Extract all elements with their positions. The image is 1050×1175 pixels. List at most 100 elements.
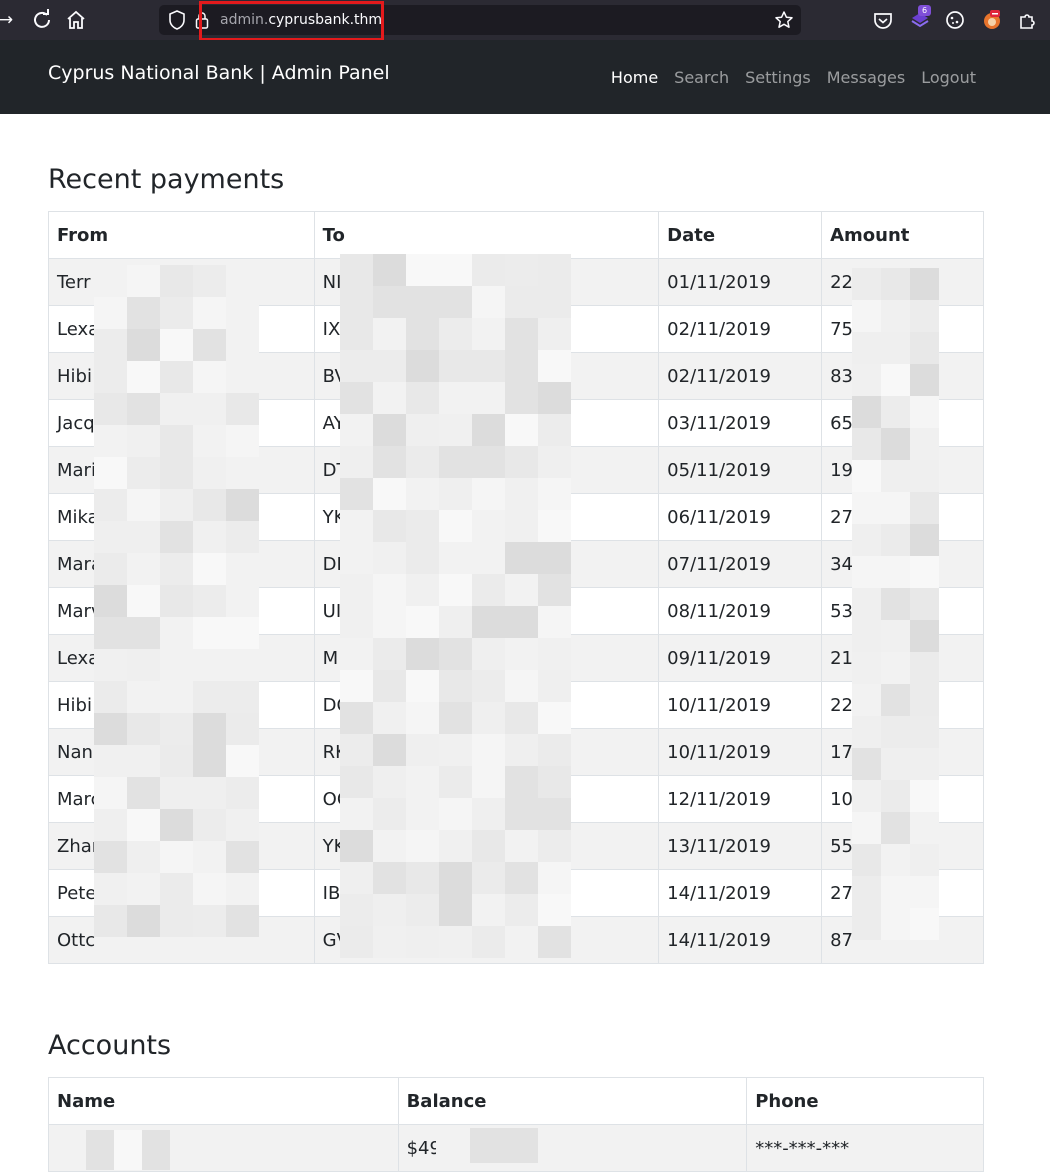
- cell-to: YK: [313, 822, 660, 870]
- cell-date: 03/11/2019: [658, 399, 823, 447]
- cell-date: 07/11/2019: [658, 540, 823, 588]
- cell-from: Hibi: [48, 352, 315, 400]
- column-header-date: Date: [658, 211, 823, 259]
- cell-date: 09/11/2019: [658, 634, 823, 682]
- cell-amount: 87: [821, 916, 984, 964]
- cell-from: Mara: [48, 540, 315, 588]
- cell-from: Lexa: [48, 634, 315, 682]
- cell-date: 02/11/2019: [658, 305, 823, 353]
- cell-amount: 21: [821, 634, 984, 682]
- table-row: Lexa M 09/11/2019 21: [48, 634, 984, 682]
- nav-logout[interactable]: Logout: [905, 68, 976, 87]
- navbar-brand[interactable]: Cyprus National Bank | Admin Panel: [48, 62, 390, 84]
- table-row: Hibi DC 10/11/2019 22: [48, 681, 984, 729]
- cell-amount: 53: [821, 587, 984, 635]
- cell-phone: ***-***-***: [746, 1124, 984, 1172]
- star-icon[interactable]: [774, 10, 794, 30]
- payments-table: From To Date Amount Terr NI 01/11/2019 22 Le…: [48, 211, 984, 964]
- table-row: Zhar YK 13/11/2019 55: [48, 822, 984, 870]
- column-header-amount: Amount: [821, 211, 984, 259]
- nav-home[interactable]: Home: [595, 68, 658, 87]
- table-row: Terr NI 01/11/2019 22: [48, 258, 984, 306]
- cell-to: IX: [313, 305, 660, 353]
- column-header-from: From: [48, 211, 315, 259]
- table-row: Mari DT 05/11/2019 19: [48, 446, 984, 494]
- cell-to: BV: [313, 352, 660, 400]
- browser-toolbar: → admin.cyprusbank.thm 6: [0, 0, 1050, 41]
- cell-to: IB: [313, 869, 660, 917]
- reload-icon[interactable]: [30, 8, 54, 32]
- cell-from: Mari: [48, 446, 315, 494]
- accounts-table-body: $49 ***-***-***: [48, 1124, 984, 1172]
- table-row: Marc OC 12/11/2019 10: [48, 775, 984, 823]
- table-row: Mara DI 07/11/2019 34: [48, 540, 984, 588]
- url-highlight-box: [199, 1, 384, 41]
- cell-from: Marc: [48, 775, 315, 823]
- cell-to: M: [313, 634, 660, 682]
- cell-amount: 55: [821, 822, 984, 870]
- table-row: Marv UI 08/11/2019 53: [48, 587, 984, 635]
- cell-date: 10/11/2019: [658, 728, 823, 776]
- cell-to: AY: [313, 399, 660, 447]
- admin-navbar: Cyprus National Bank | Admin Panel Home …: [0, 40, 1050, 114]
- cell-to: DI: [313, 540, 660, 588]
- payments-table-body: Terr NI 01/11/2019 22 Lexa IX 02/11/2019 75 Hibi…: [48, 258, 984, 964]
- accounts-title: Accounts: [48, 1030, 172, 1061]
- column-header-balance: Balance: [397, 1077, 748, 1125]
- cell-to: DC: [313, 681, 660, 729]
- cell-amount: 22: [821, 681, 984, 729]
- cookie-icon[interactable]: [944, 9, 966, 31]
- cell-date: 14/11/2019: [658, 916, 823, 964]
- cell-to: GV: [313, 916, 660, 964]
- cell-to: OC: [313, 775, 660, 823]
- cell-amount: 27: [821, 869, 984, 917]
- table-header-row: From To Date Amount: [48, 211, 984, 259]
- cell-date: 06/11/2019: [658, 493, 823, 541]
- nav-settings[interactable]: Settings: [729, 68, 811, 87]
- cell-date: 12/11/2019: [658, 775, 823, 823]
- cell-from: Terr: [48, 258, 315, 306]
- cell-to: YK: [313, 493, 660, 541]
- extension-badge: 6: [918, 5, 931, 16]
- puzzle-icon[interactable]: [1016, 9, 1038, 31]
- table-row: Jacq AY 03/11/2019 65: [48, 399, 984, 447]
- nav-messages[interactable]: Messages: [811, 68, 905, 87]
- cell-to: NI: [313, 258, 660, 306]
- cell-to: DT: [313, 446, 660, 494]
- cell-date: 02/11/2019: [658, 352, 823, 400]
- column-header-name: Name: [48, 1077, 399, 1125]
- cell-amount: 65: [821, 399, 984, 447]
- cell-from: Ottc: [48, 916, 315, 964]
- cell-from: Jacq: [48, 399, 315, 447]
- cell-amount: 75: [821, 305, 984, 353]
- cell-date: 05/11/2019: [658, 446, 823, 494]
- table-header-row: Name Balance Phone: [48, 1077, 984, 1125]
- cell-amount: 22: [821, 258, 984, 306]
- cell-name: [48, 1124, 399, 1172]
- cell-amount: 34: [821, 540, 984, 588]
- cell-amount: 19: [821, 446, 984, 494]
- table-row: Mika YK 06/11/2019 27: [48, 493, 984, 541]
- table-row: Nan RK 10/11/2019 17: [48, 728, 984, 776]
- cell-to: UI: [313, 587, 660, 635]
- nav-search[interactable]: Search: [658, 68, 729, 87]
- cell-from: Hibi: [48, 681, 315, 729]
- fox-icon[interactable]: [981, 9, 1003, 31]
- payments-title: Recent payments: [48, 164, 285, 195]
- cell-amount: 10: [821, 775, 984, 823]
- shield-icon[interactable]: [168, 10, 186, 30]
- cell-date: 10/11/2019: [658, 681, 823, 729]
- cell-date: 14/11/2019: [658, 869, 823, 917]
- cell-amount: 27: [821, 493, 984, 541]
- table-row: Hibi BV 02/11/2019 83: [48, 352, 984, 400]
- column-header-phone: Phone: [746, 1077, 984, 1125]
- home-icon[interactable]: [64, 8, 88, 32]
- cell-date: 08/11/2019: [658, 587, 823, 635]
- cell-from: Zhar: [48, 822, 315, 870]
- table-row: $49 ***-***-***: [48, 1124, 984, 1172]
- pocket-icon[interactable]: [872, 9, 894, 31]
- accounts-table: Name Balance Phone $49 ***-***-***: [48, 1077, 984, 1172]
- forward-arrow-icon[interactable]: →: [0, 8, 18, 32]
- cell-amount: 17: [821, 728, 984, 776]
- table-row: Lexa IX 02/11/2019 75: [48, 305, 984, 353]
